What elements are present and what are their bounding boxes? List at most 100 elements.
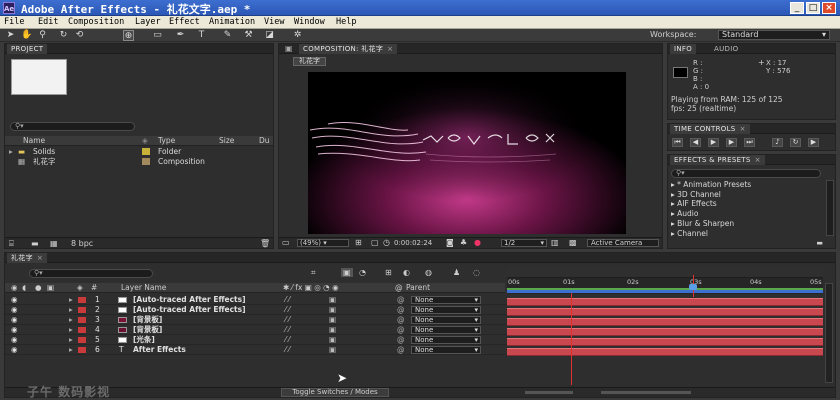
layer-quality-icon[interactable]: ▣ [329,305,336,315]
rotate-tool-icon[interactable]: ↻ [58,30,69,41]
parent-select[interactable]: None ▾ [411,326,481,334]
bpc-label[interactable]: 8 bpc [71,239,93,248]
layer-name[interactable]: [背景板] [133,315,162,325]
pick-whip-icon[interactable]: @ [397,295,405,305]
menu-file[interactable]: File [4,17,24,27]
layer-quality-icon[interactable]: ▣ [329,325,336,335]
layer-switches[interactable]: ⁄ ⁄ [285,335,290,345]
layer-name[interactable]: [Auto-traced After Effects] [133,305,246,315]
rectangle-tool-icon[interactable]: ▭ [152,30,163,41]
zoom-tool-icon[interactable]: ⚲ [37,30,48,41]
resolution-select[interactable]: 1/2 ▾ [501,239,547,247]
layer-bar[interactable] [507,298,823,306]
layer-switches[interactable]: ⁄ ⁄ [285,295,290,305]
parent-select[interactable]: None ▾ [411,316,481,324]
layer-bar[interactable] [507,338,823,346]
close-icon[interactable]: × [822,2,836,14]
close-icon[interactable]: × [755,156,761,164]
timeline-scrollbar[interactable] [825,283,833,383]
ram-preview-icon[interactable]: ▶ [808,138,819,147]
eye-icon[interactable]: ◉ [11,345,18,355]
effects-item[interactable]: ▸ Channel [671,229,751,239]
prev-frame-icon[interactable]: ◀ [690,138,701,147]
project-item-comp[interactable]: ▦ 礼花字 Composition [5,157,273,167]
playhead-handle[interactable] [689,284,697,290]
clone-stamp-icon[interactable]: ⚒ [243,30,254,41]
layer-row[interactable]: ◉ ▸ 4 [背景板] ⁄ ⁄ ▣ @ None ▾ [5,325,511,335]
timeline-search-input[interactable]: ⚲▾ [29,269,153,278]
effects-item[interactable]: ▸ AIF Effects [671,199,751,209]
show-snapshot-icon[interactable]: ♣ [460,238,467,247]
eye-icon[interactable]: ◉ [11,315,18,325]
frame-blending-icon[interactable]: ⊞ [385,268,392,277]
layer-row[interactable]: ◉ ▸ 2 [Auto-traced After Effects] ⁄ ⁄ ▣ @ None ▾ [5,305,511,315]
new-folder-icon[interactable]: ▬ [816,239,823,247]
col-name[interactable]: Name [23,136,45,146]
close-icon[interactable]: × [387,45,393,53]
menu-effect[interactable]: Effect [169,17,200,27]
effects-item[interactable]: ▸ Audio [671,209,751,219]
draft-3d-icon[interactable]: ▣ [341,268,353,277]
label-swatch[interactable] [78,317,86,323]
pick-whip-icon[interactable]: @ [397,315,405,325]
toggle-switches-modes-button[interactable]: Toggle Switches / Modes [281,388,389,397]
menu-layer[interactable]: Layer [135,17,161,27]
tab-info[interactable]: INFO [670,44,697,54]
layer-bar[interactable] [507,328,823,336]
label-swatch[interactable] [78,327,86,333]
eye-icon[interactable]: ◉ [11,295,18,305]
tab-composition[interactable]: COMPOSITION: 礼花字 × [299,44,398,54]
tab-audio[interactable]: AUDIO [710,44,742,54]
layer-switches[interactable]: ⁄ ⁄ [285,325,290,335]
comp-mini-flowchart-icon[interactable]: ⌗ [311,268,316,278]
lock-icon[interactable]: ▣ [285,44,293,53]
layer-switches[interactable]: ⁄ ⁄ [285,305,290,315]
play-icon[interactable]: ▶ [708,138,719,147]
project-item-solids[interactable]: ▸ ▬ Solids Folder [5,147,273,157]
layer-row[interactable]: ◉ ▸ 1 [Auto-traced After Effects] ⁄ ⁄ ▣ @ None ▾ [5,295,511,305]
effects-item[interactable]: ▸ Blur & Sharpen [671,219,751,229]
text-tool-icon[interactable]: T [196,30,207,41]
layer-name[interactable]: After Effects [133,345,186,355]
layer-row[interactable]: ◉ ▸ 6 T After Effects ⁄ ⁄ ▣ @ None ▾ [5,345,511,355]
layer-row[interactable]: ◉ ▸ 5 [光条] ⁄ ⁄ ▣ @ None ▾ [5,335,511,345]
col-type[interactable]: Type [158,136,175,146]
label-swatch[interactable] [78,347,86,353]
menu-window[interactable]: Window [294,17,325,27]
region-of-interest-icon[interactable]: ▥ [551,238,559,247]
layer-switches[interactable]: ⁄ ⁄ [285,345,290,355]
channel-icon[interactable]: ● [474,238,481,247]
layer-name[interactable]: [背景板] [133,325,162,335]
parent-select[interactable]: None ▾ [411,296,481,304]
layer-quality-icon[interactable]: ▣ [329,335,336,345]
close-icon[interactable]: × [37,254,43,262]
first-frame-icon[interactable]: ⏮ [672,138,683,147]
menu-help[interactable]: Help [336,17,356,27]
label-swatch[interactable] [78,307,86,313]
motion-blur-icon[interactable]: ◐ [403,268,410,277]
tab-time-controls[interactable]: TIME CONTROLS × [670,124,750,134]
trash-icon[interactable]: 🗑 [260,239,270,248]
close-icon[interactable]: × [740,125,746,133]
time-navigator[interactable] [507,267,823,278]
layer-name[interactable]: [Auto-traced After Effects] [133,295,246,305]
col-layer-name[interactable]: Layer Name [121,283,166,293]
loop-icon[interactable]: ↻ [790,138,801,147]
pan-behind-icon[interactable]: ⊕ [123,30,134,41]
layer-quality-icon[interactable]: ▣ [329,295,336,305]
expand-triangle-icon[interactable]: ▸ [69,345,73,355]
zoom-slider[interactable] [525,391,573,394]
camera-select[interactable]: Active Camera [587,239,659,247]
comp-timecode[interactable]: 0:00:02:24 [394,239,432,247]
layer-quality-icon[interactable]: ▣ [329,345,336,355]
time-ruler[interactable]: 00s 01s 02s 03s 04s 05s [507,278,823,294]
expand-triangle-icon[interactable]: ▸ [69,295,73,305]
effects-item[interactable]: ▸ 3D Channel [671,190,751,200]
new-folder-icon[interactable]: ▬ [31,239,39,248]
orbit-camera-icon[interactable]: ⟲ [74,30,85,41]
effects-scrollbar[interactable] [826,180,834,236]
expand-triangle-icon[interactable]: ▸ [9,147,13,157]
pick-whip-icon[interactable]: @ [397,325,405,335]
layer-row[interactable]: ◉ ▸ 3 [背景板] ⁄ ⁄ ▣ @ None ▾ [5,315,511,325]
expand-triangle-icon[interactable]: ▸ [69,335,73,345]
